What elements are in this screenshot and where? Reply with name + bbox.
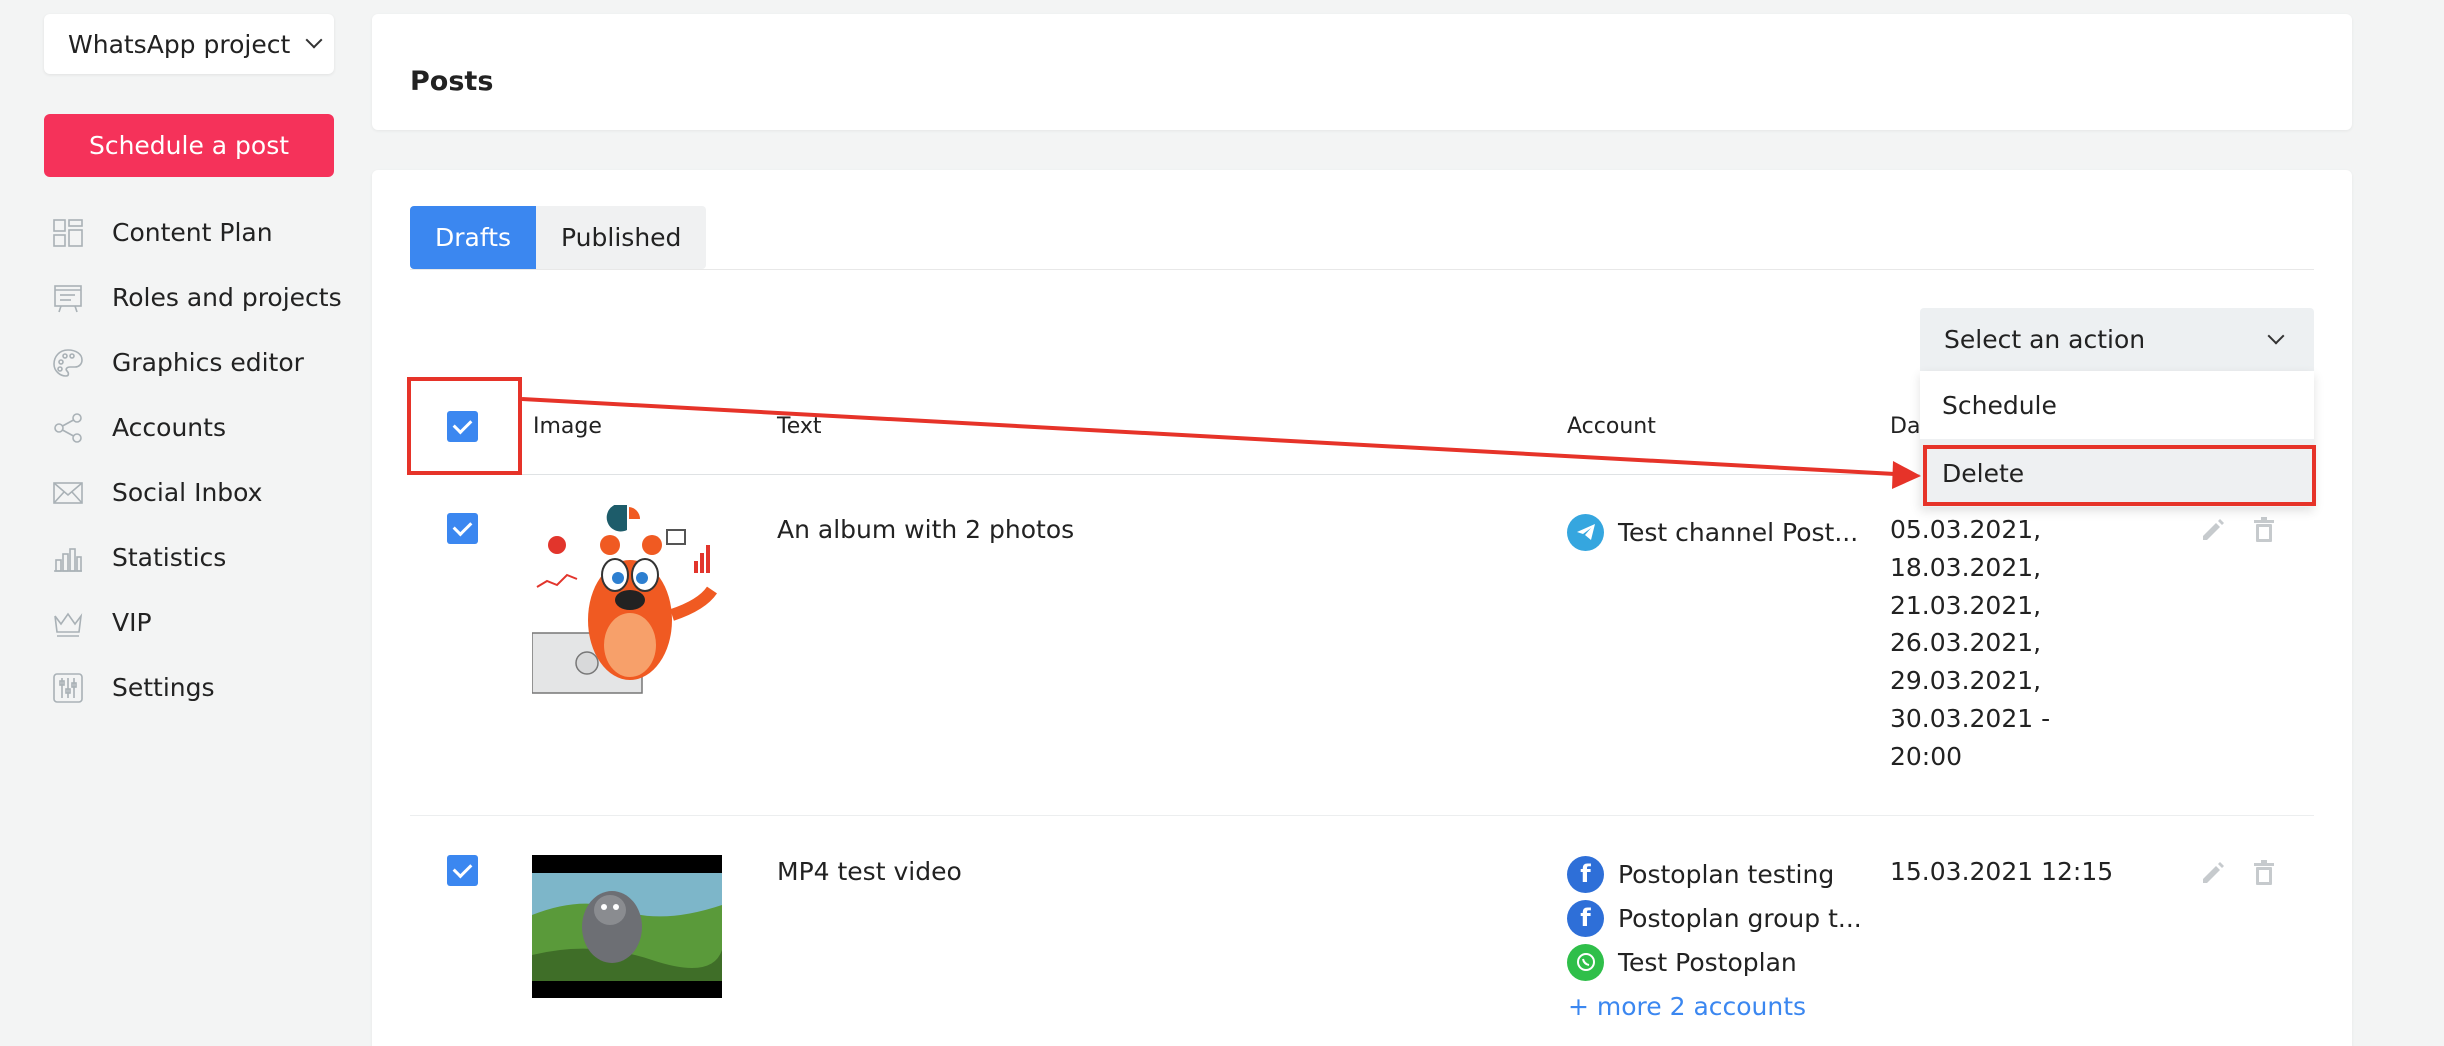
facebook-icon: f: [1567, 899, 1604, 937]
sidebar-nav: Content Plan Roles and projects Graphics…: [50, 200, 342, 720]
project-selector[interactable]: WhatsApp project: [44, 14, 334, 74]
chevron-down-icon: [2267, 327, 2285, 345]
divider: [410, 815, 2314, 816]
annotation-box-delete: [1923, 445, 2316, 506]
trash-icon[interactable]: [2249, 515, 2279, 545]
sliders-icon: [50, 670, 86, 706]
page-header: Posts: [372, 14, 2352, 130]
date-line: 30.03.2021 -: [1890, 703, 2051, 733]
tab-drafts[interactable]: Drafts: [410, 206, 537, 269]
date-line: 20:00: [1890, 741, 1963, 771]
sidebar-item-social-inbox[interactable]: Social Inbox: [50, 460, 342, 525]
sidebar-item-label: Roles and projects: [112, 283, 342, 312]
date-line: 05.03.2021,: [1890, 515, 2042, 544]
chevron-down-icon: [305, 31, 323, 49]
post-thumbnail-video[interactable]: [532, 855, 722, 998]
post-thumbnail-mascot[interactable]: [531, 503, 727, 695]
sidebar-item-accounts[interactable]: Accounts: [50, 395, 342, 460]
row-checkbox[interactable]: [447, 855, 478, 886]
date-line: 29.03.2021,: [1890, 666, 2042, 696]
date-line: 15.03.2021 12:15: [1890, 857, 2114, 886]
posts-panel: Drafts Published Select an action Schedu…: [372, 170, 2352, 1046]
date-line: 26.03.2021,: [1890, 628, 2042, 658]
date-line: 18.03.2021,: [1890, 552, 2042, 582]
account-item: f Postoplan group t...: [1567, 898, 1862, 938]
account-item: Test Postoplan: [1567, 942, 1797, 982]
action-select[interactable]: Select an action: [1920, 308, 2314, 371]
account-name: Postoplan testing: [1618, 859, 1835, 889]
tab-published[interactable]: Published: [536, 206, 707, 269]
annotation-box-select-all: [407, 377, 522, 475]
project-name: WhatsApp project: [68, 29, 291, 59]
sidebar-item-label: Statistics: [112, 543, 227, 572]
content-plan-icon: [50, 215, 86, 251]
action-option-schedule[interactable]: Schedule: [1920, 371, 2314, 439]
account-item: Test channel Post...: [1567, 512, 1858, 552]
column-header-account[interactable]: Account: [1567, 414, 1656, 439]
sidebar-item-label: VIP: [112, 608, 152, 637]
schedule-post-button[interactable]: Schedule a post: [44, 114, 334, 177]
date-line: 21.03.2021,: [1890, 590, 2042, 620]
account-name: Test Postoplan: [1618, 947, 1797, 977]
telegram-icon: [1567, 513, 1604, 551]
action-select-label: Select an action: [1944, 325, 2146, 354]
tabs: Drafts Published: [410, 206, 707, 269]
whatsapp-icon: [1567, 943, 1604, 981]
sidebar-item-vip[interactable]: VIP: [50, 590, 342, 655]
palette-icon: [50, 345, 86, 381]
edit-icon[interactable]: [2198, 515, 2228, 545]
account-item: f Postoplan testing: [1567, 854, 1834, 894]
sidebar-item-graphics-editor[interactable]: Graphics editor: [50, 330, 342, 395]
roles-icon: [50, 280, 86, 316]
post-dates: 15.03.2021 12:15: [1890, 853, 2113, 891]
post-text: An album with 2 photos: [777, 515, 1075, 544]
share-icon: [50, 410, 86, 446]
sidebar-item-label: Graphics editor: [112, 348, 304, 377]
sidebar-item-roles-and-projects[interactable]: Roles and projects: [50, 265, 342, 330]
page-title: Posts: [410, 66, 494, 97]
divider: [410, 269, 2314, 270]
facebook-icon: f: [1567, 855, 1604, 893]
row-checkbox[interactable]: [447, 513, 478, 544]
sidebar-item-settings[interactable]: Settings: [50, 655, 342, 720]
account-name: Postoplan group t...: [1618, 903, 1862, 933]
bar-chart-icon: [50, 540, 86, 576]
envelope-icon: [50, 475, 86, 511]
sidebar: WhatsApp project Schedule a post Content…: [0, 0, 370, 1046]
sidebar-item-label: Accounts: [112, 413, 226, 442]
column-header-image[interactable]: Image: [533, 414, 602, 439]
more-accounts-link[interactable]: + more 2 accounts: [1568, 992, 1806, 1021]
column-header-text[interactable]: Text: [777, 414, 822, 439]
sidebar-item-label: Settings: [112, 673, 215, 702]
sidebar-item-label: Social Inbox: [112, 478, 263, 507]
crown-icon: [50, 605, 86, 641]
sidebar-item-content-plan[interactable]: Content Plan: [50, 200, 342, 265]
edit-icon[interactable]: [2198, 858, 2228, 888]
sidebar-item-label: Content Plan: [112, 218, 273, 247]
post-text: MP4 test video: [777, 857, 962, 886]
account-name: Test channel Post...: [1618, 517, 1859, 547]
sidebar-item-statistics[interactable]: Statistics: [50, 525, 342, 590]
trash-icon[interactable]: [2249, 858, 2279, 888]
post-dates: 05.03.2021, 18.03.2021, 21.03.2021, 26.0…: [1890, 511, 2050, 776]
